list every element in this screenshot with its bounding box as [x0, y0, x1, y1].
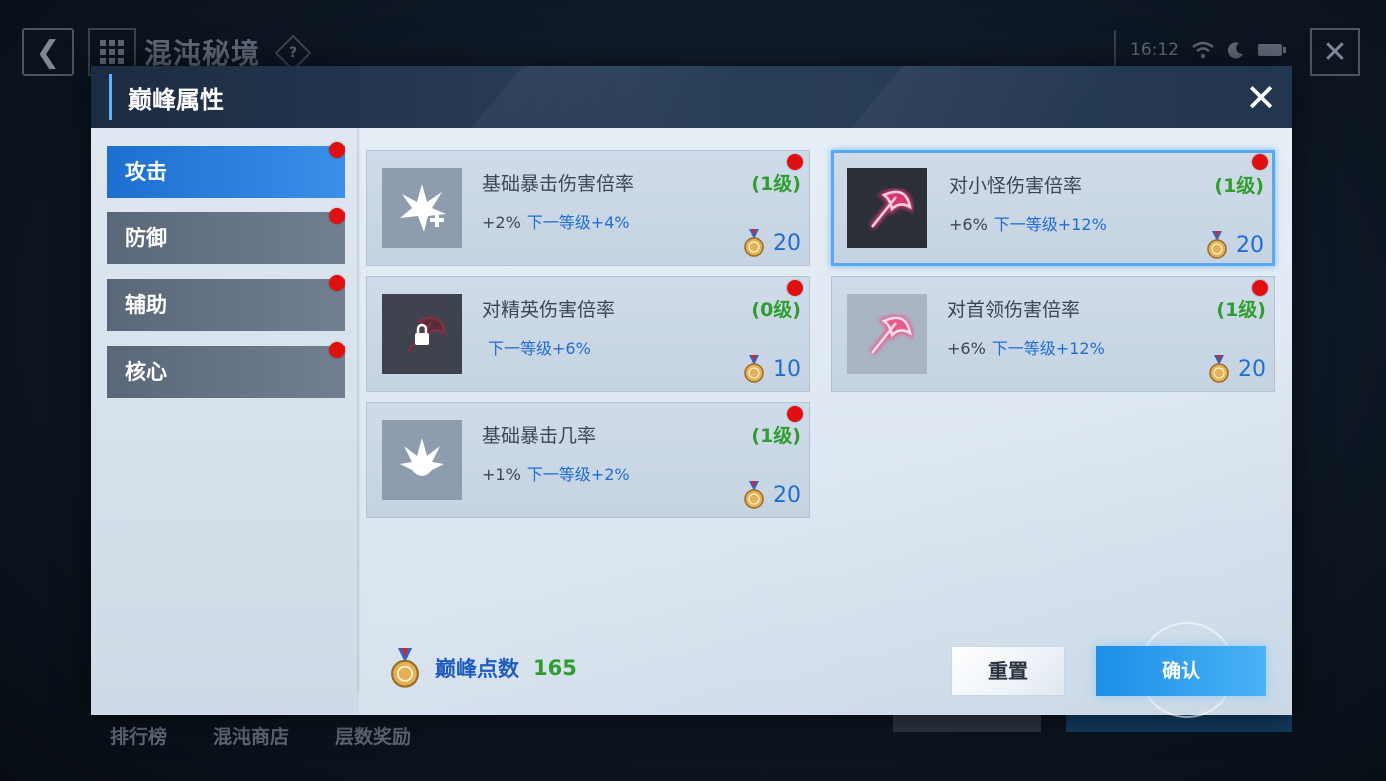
rank-link[interactable]: 排行榜 [110, 722, 167, 749]
attribute-card[interactable]: 对首领伤害倍率 (1级) +6% 下一等级+12% 20 [831, 276, 1275, 392]
notification-badge [787, 280, 803, 296]
attribute-effect: +6% 下一等级+12% [949, 211, 1107, 235]
notification-badge [329, 142, 345, 158]
axe-locked-icon [382, 294, 462, 374]
header-facet [851, 66, 1111, 128]
attribute-level: (1级) [1216, 299, 1266, 321]
attribute-name: 对首领伤害倍率 [947, 299, 1081, 321]
attribute-effect: 下一等级+6% [482, 335, 591, 359]
cost-value: 20 [1236, 232, 1264, 258]
attribute-level: (1级) [1214, 175, 1264, 197]
upgrade-cost: 20 [1208, 355, 1266, 383]
attribute-name: 对精英伤害倍率 [482, 299, 616, 321]
moon-icon [1227, 42, 1243, 59]
cost-value: 20 [773, 482, 801, 508]
medal-icon [1207, 231, 1227, 259]
attribute-level: (1级) [751, 173, 801, 195]
current-value: +6% [947, 339, 986, 358]
hud-bottom-links: 排行榜 混沌商店 层数奖励 [110, 722, 411, 749]
notification-badge [329, 342, 345, 358]
sidebar-divider [357, 128, 361, 693]
confirm-button[interactable]: 确认 [1096, 646, 1266, 696]
axe-icon [847, 168, 927, 248]
crit-damage-icon [382, 168, 462, 248]
attribute-card[interactable]: 基础暴击几率 (1级) +1% 下一等级+2% 20 [366, 402, 810, 518]
shop-link[interactable]: 混沌商店 [213, 722, 289, 749]
back-button[interactable]: ❮ [22, 28, 74, 76]
points-label: 巅峰点数 [435, 657, 519, 681]
tab-defense[interactable]: 防御 [107, 208, 345, 264]
tab-label: 攻击 [125, 160, 167, 184]
attribute-card[interactable]: 基础暴击伤害倍率 (1级) +2% 下一等级+4% 20 [366, 150, 810, 266]
tab-label: 防御 [125, 226, 167, 250]
attribute-name: 基础暴击几率 [482, 425, 597, 447]
attribute-level: (1级) [751, 425, 801, 447]
medal-icon [744, 481, 764, 509]
next-level-value: 下一等级+4% [526, 213, 630, 232]
attribute-name: 对小怪伤害倍率 [949, 175, 1083, 197]
hud-button-dark [893, 712, 1041, 732]
attribute-effect: +1% 下一等级+2% [482, 461, 630, 485]
axe-icon [847, 294, 927, 374]
reset-button[interactable]: 重置 [951, 646, 1065, 696]
next-level-value: 下一等级+2% [526, 465, 630, 484]
notification-badge [787, 154, 803, 170]
tab-label: 辅助 [125, 293, 167, 317]
upgrade-cost: 10 [743, 355, 801, 383]
upgrade-cost: 20 [743, 229, 801, 257]
next-level-value: 下一等级+6% [488, 339, 591, 358]
tab-core[interactable]: 核心 [107, 342, 345, 398]
attribute-level: (0级) [751, 299, 801, 321]
attribute-effect: +2% 下一等级+4% [482, 209, 630, 233]
notification-badge [1252, 154, 1268, 170]
tab-attack[interactable]: 攻击 [107, 142, 345, 198]
tab-support[interactable]: 辅助 [107, 275, 345, 331]
notification-badge [329, 208, 345, 224]
help-icon: ? [288, 45, 298, 61]
medal-icon [1209, 355, 1229, 383]
peak-attributes-dialog: 巅峰属性 ✕ 攻击 防御 辅助 核心 基础暴击伤害倍率 (1级) +2% 下一等级… [91, 66, 1292, 718]
medal-icon [744, 355, 764, 383]
chevron-left-icon: ❮ [35, 34, 61, 70]
status-bar: 16:12 [1114, 30, 1302, 70]
notification-badge [1252, 280, 1268, 296]
attribute-card-selected[interactable]: 对小怪伤害倍率 (1级) +6% 下一等级+12% 20 [831, 150, 1275, 266]
attribute-effect: +6% 下一等级+12% [947, 335, 1105, 359]
medal-icon [391, 648, 419, 688]
points-value: 165 [533, 656, 577, 680]
close-icon: ✕ [1322, 34, 1348, 70]
current-value: +1% [482, 465, 521, 484]
dialog-close-icon[interactable]: ✕ [1241, 78, 1281, 118]
wifi-icon [1192, 41, 1214, 59]
tab-label: 核心 [125, 360, 167, 384]
notification-badge [787, 406, 803, 422]
attribute-card-locked[interactable]: 对精英伤害倍率 (0级) 下一等级+6% 10 [366, 276, 810, 392]
next-level-value: 下一等级+12% [993, 215, 1107, 234]
grid-icon [100, 40, 124, 64]
current-value: +6% [949, 215, 988, 234]
notification-badge [329, 275, 345, 291]
cost-value: 20 [773, 230, 801, 256]
header-accent [109, 74, 112, 120]
attribute-name: 基础暴击伤害倍率 [482, 173, 635, 195]
current-value: +2% [482, 213, 521, 232]
medal-icon [744, 229, 764, 257]
hud-close-button[interactable]: ✕ [1310, 28, 1360, 76]
peak-points: 巅峰点数 165 [389, 648, 577, 688]
cost-value: 10 [773, 356, 801, 382]
dialog-header: 巅峰属性 ✕ [91, 66, 1292, 128]
battery-icon [1258, 44, 1286, 56]
cost-value: 20 [1238, 356, 1266, 382]
upgrade-cost: 20 [1206, 231, 1264, 259]
header-facet [471, 66, 731, 128]
clock: 16:12 [1130, 40, 1179, 60]
crit-chance-icon [382, 420, 462, 500]
next-level-value: 下一等级+12% [991, 339, 1105, 358]
dialog-title: 巅峰属性 [128, 86, 224, 114]
upgrade-cost: 20 [743, 481, 801, 509]
floor-reward-link[interactable]: 层数奖励 [335, 722, 411, 749]
